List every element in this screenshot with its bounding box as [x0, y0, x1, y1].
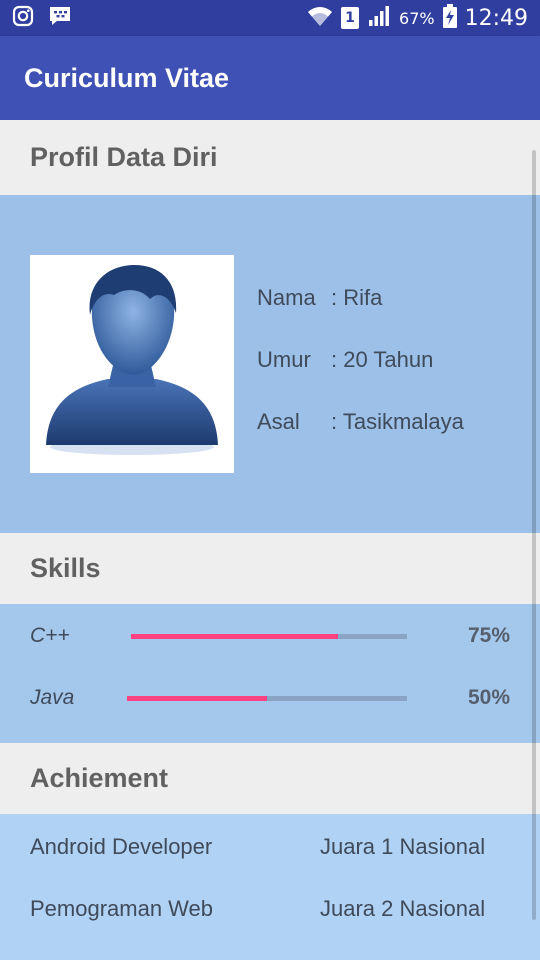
- profile-panel: Nama : Rifa Umur : 20 Tahun Asal : Tasik…: [0, 195, 540, 533]
- skill-progress-fill: [131, 633, 338, 639]
- skill-percent: 50%: [467, 686, 510, 709]
- skill-name: C++: [30, 624, 70, 647]
- field-row-umur: Umur : 20 Tahun: [257, 347, 464, 409]
- profile-section-header: Profil Data Diri: [0, 120, 540, 195]
- field-value: : 20 Tahun: [331, 347, 434, 372]
- scrollbar[interactable]: [532, 150, 536, 920]
- app-bar: Curiculum Vitae: [0, 36, 540, 120]
- skill-row-cpp: C++ 75%: [0, 621, 540, 651]
- achievement-section-header: Achiement: [0, 743, 540, 814]
- achievement-section-title: Achiement: [30, 763, 169, 793]
- wifi-icon: [307, 4, 333, 32]
- battery-charging-icon: [442, 4, 457, 32]
- cv-scroll-content[interactable]: Profil Data Diri Nama: Rifa Umur: 20 T…: [0, 120, 540, 960]
- skills-section-header: Skills: [0, 533, 540, 604]
- status-bar: 1 67% 12:49: [0, 0, 540, 36]
- achievement-row: Android Developer Juara 1 Nasional: [30, 834, 510, 860]
- instagram-icon: [12, 5, 34, 32]
- field-value: : Tasikmalaya: [331, 409, 464, 434]
- user-silhouette-icon: [46, 265, 218, 455]
- sim-slot-badge: 1: [341, 7, 360, 29]
- battery-percent: 67%: [399, 8, 435, 28]
- achievement-title: Android Developer: [30, 834, 213, 859]
- skill-progress-bar: [127, 695, 407, 701]
- field-value: : Rifa: [331, 285, 383, 310]
- achievement-title: Pemograman Web: [30, 896, 214, 921]
- status-clock: 12:49: [464, 5, 528, 31]
- signal-icon: [367, 5, 391, 31]
- achievement-rank: Juara 1 Nasional: [320, 834, 486, 859]
- skills-section-title: Skills: [30, 553, 101, 583]
- field-label: Asal: [257, 409, 300, 434]
- skill-name: Java: [30, 686, 75, 709]
- achievement-rank: Juara 2 Nasional: [320, 896, 486, 921]
- profile-fields: Nama : Rifa Umur : 20 Tahun Asal : Tasik…: [257, 285, 464, 471]
- profile-section-title: Profil Data Diri: [30, 142, 218, 172]
- skill-row-java: Java 50%: [0, 683, 540, 713]
- field-label: Umur: [257, 347, 311, 372]
- bbm-icon: [48, 5, 72, 32]
- skill-percent: 75%: [467, 624, 510, 647]
- profile-avatar: [30, 255, 234, 473]
- app-title: Curiculum Vitae: [24, 62, 230, 93]
- skills-panel: C++ 75% Java 50%: [0, 604, 540, 743]
- field-label: Nama: [257, 285, 316, 310]
- field-row-asal: Asal : Tasikmalaya: [257, 409, 464, 471]
- skill-progress-bar: [131, 633, 407, 639]
- achievement-row: Pemograman Web Juara 2 Nasional: [30, 896, 510, 922]
- achievement-panel: Android Developer Juara 1 Nasional Pemog…: [0, 814, 540, 960]
- field-row-nama: Nama : Rifa: [257, 285, 464, 347]
- skill-progress-fill: [127, 695, 267, 701]
